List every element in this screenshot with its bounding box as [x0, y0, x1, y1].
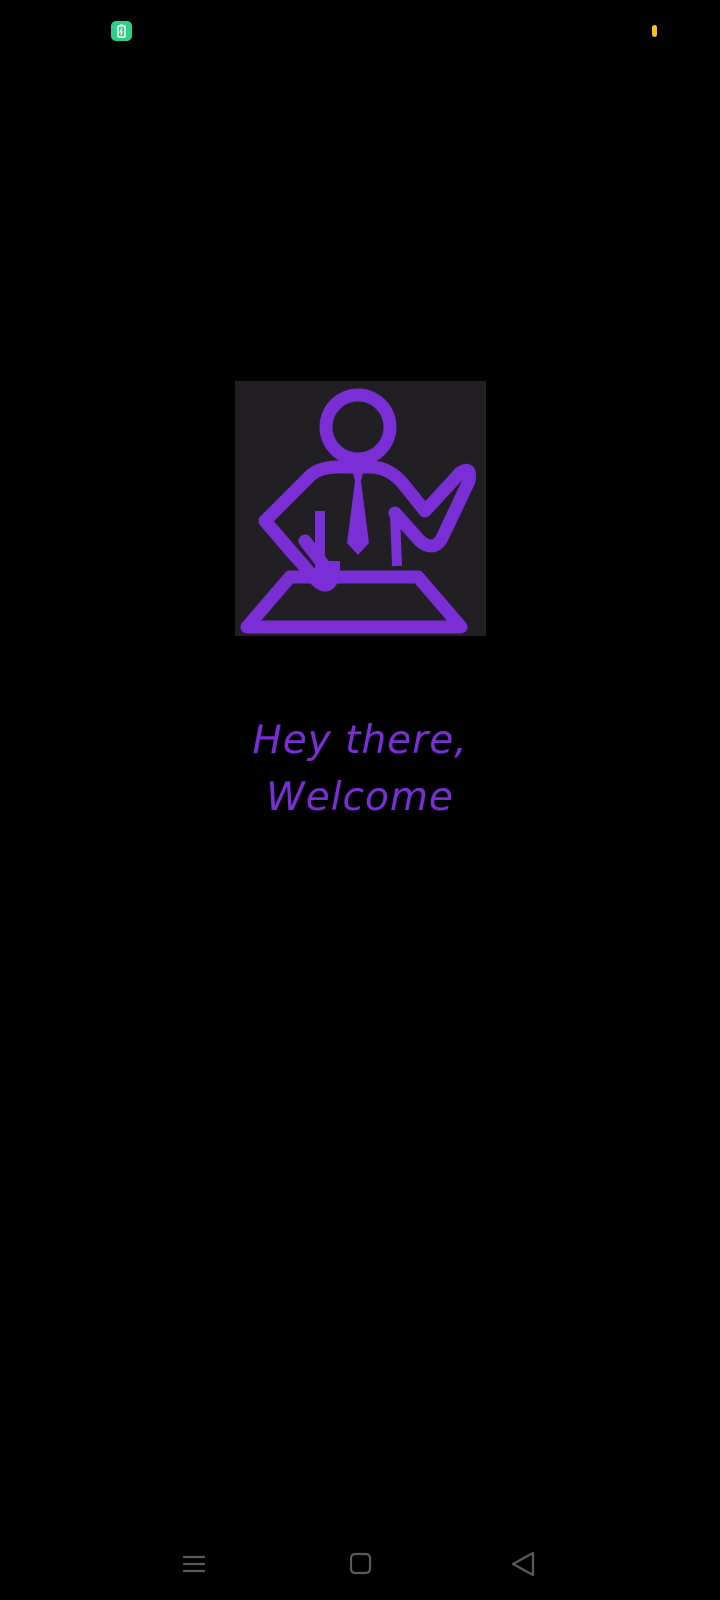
person-at-desk-waving-icon [235, 381, 486, 636]
status-bar [0, 0, 720, 62]
welcome-line-2: Welcome [266, 775, 454, 820]
recent-apps-icon[interactable] [154, 1536, 234, 1600]
back-icon[interactable] [483, 1536, 563, 1600]
battery-saver-icon [111, 21, 132, 41]
navigation-bar [0, 1536, 720, 1600]
welcome-screen: Hey there, Welcome [0, 0, 720, 1600]
welcome-line-1: Hey there, [252, 718, 468, 763]
home-icon[interactable] [320, 1536, 400, 1600]
welcome-message: Hey there, Welcome [0, 712, 720, 826]
privacy-indicator-dot [652, 25, 657, 37]
